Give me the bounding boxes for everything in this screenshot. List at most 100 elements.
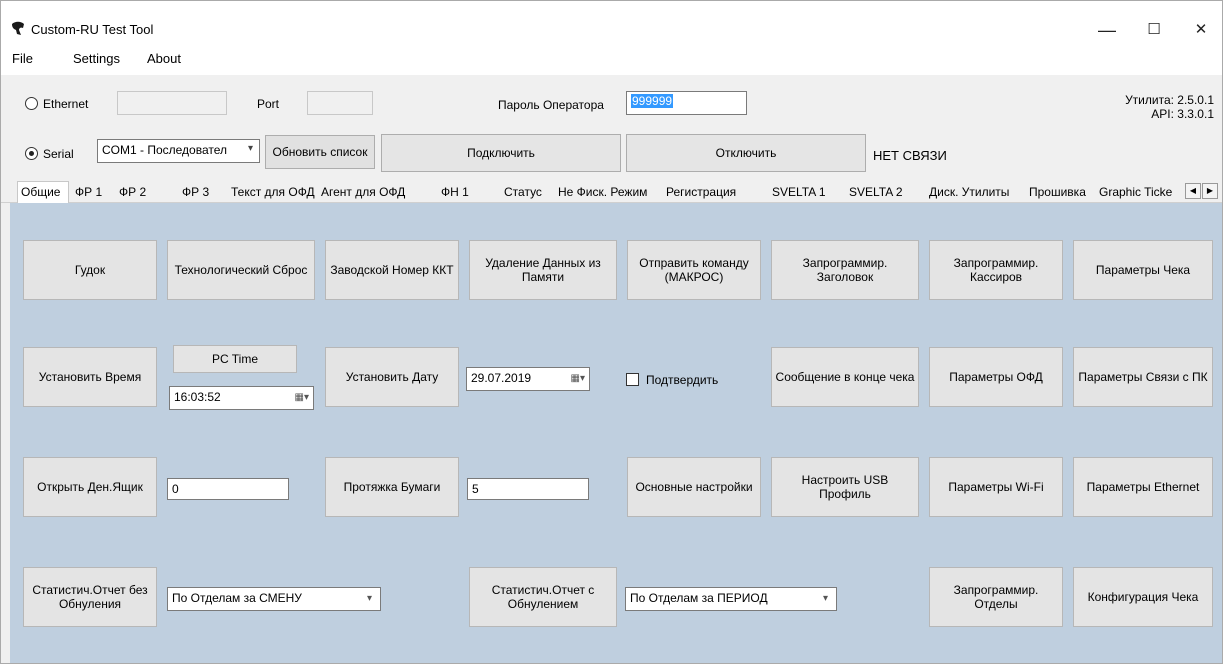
app-window: Custom-RU Test Tool — ☐ ✕ File Settings …	[0, 0, 1223, 664]
ethernet-label: Ethernet	[43, 97, 89, 111]
calendar-dropdown-icon: ▦▾	[294, 392, 309, 403]
set-time-label: Установить Время	[38, 370, 142, 384]
program-header-label: Запрограммир. Заголовок	[802, 256, 888, 284]
wifi-params-label: Параметры Wi-Fi	[948, 480, 1044, 494]
maximize-icon[interactable]: ☐	[1131, 19, 1177, 49]
drawer-value: 0	[172, 482, 179, 496]
tab-firmware[interactable]: Прошивка	[1029, 184, 1086, 203]
tab-ofd-agent[interactable]: Агент для ОФД	[321, 184, 405, 203]
serial-radio[interactable]	[25, 147, 38, 160]
pc-time-button[interactable]: PC Time	[173, 345, 297, 373]
tab-ofd-text[interactable]: Текст для ОФД	[231, 184, 315, 203]
connect-button[interactable]: Подключить	[381, 134, 621, 172]
tab-graphic-ticket[interactable]: Graphic Ticke	[1099, 184, 1181, 203]
tab-registration[interactable]: Регистрация	[666, 184, 736, 203]
ofd-params-label: Параметры ОФД	[949, 370, 1043, 384]
ip-address-input[interactable]	[117, 91, 227, 115]
paper-feed-label: Протяжка Бумаги	[343, 480, 441, 494]
confirm-checkbox[interactable]	[626, 373, 639, 386]
tab-non-fiscal[interactable]: Не Фиск. Режим	[558, 184, 647, 203]
window-title: Custom-RU Test Tool	[31, 22, 154, 37]
tab-fr3[interactable]: ФР 3	[182, 184, 209, 203]
tab-svelta2[interactable]: SVELTA 2	[849, 184, 903, 203]
chevron-down-icon: ▾	[247, 143, 253, 154]
beep-button[interactable]: Гудок	[23, 240, 157, 300]
send-macro-button[interactable]: Отправить команду (МАКРОС)	[627, 240, 761, 300]
chevron-down-icon: ▾	[822, 593, 828, 604]
paper-feed-button[interactable]: Протяжка Бумаги	[325, 457, 459, 517]
general-tab-panel: Гудок Технологический Сброс Заводской Но…	[10, 203, 1222, 663]
end-message-button[interactable]: Сообщение в конце чека	[771, 347, 919, 407]
program-departments-button[interactable]: Запрограммир. Отделы	[929, 567, 1063, 627]
receipt-config-button[interactable]: Конфигурация Чека	[1073, 567, 1213, 627]
port-input[interactable]	[307, 91, 373, 115]
menu-about[interactable]: About	[147, 51, 181, 66]
app-icon	[12, 21, 24, 35]
password-label: Пароль Оператора	[498, 98, 604, 112]
period-report-select[interactable]: По Отделам за ПЕРИОД ▾	[625, 587, 837, 611]
disconnect-label: Отключить	[715, 146, 777, 160]
tab-svelta1[interactable]: SVELTA 1	[772, 184, 826, 203]
tab-fr1[interactable]: ФР 1	[75, 184, 102, 203]
menu-file[interactable]: File	[12, 51, 33, 66]
program-cashiers-button[interactable]: Запрограммир. Кассиров	[929, 240, 1063, 300]
program-cashiers-label: Запрограммир. Кассиров	[953, 256, 1039, 284]
tab-scroll-right-icon[interactable]: ▶	[1202, 183, 1218, 199]
serial-number-button[interactable]: Заводской Номер ККТ	[325, 240, 459, 300]
tab-status[interactable]: Статус	[504, 184, 542, 203]
stat-reset-button[interactable]: Статистич.Отчет с Обнулением	[469, 567, 617, 627]
chevron-down-icon: ▾	[366, 593, 372, 604]
tab-fr2[interactable]: ФР 2	[119, 184, 146, 203]
menu-settings[interactable]: Settings	[73, 51, 120, 66]
tab-scroll-left-icon[interactable]: ◀	[1185, 183, 1201, 199]
stat-no-reset-label: Статистич.Отчет без Обнуления	[32, 583, 148, 611]
feed-value: 5	[472, 482, 479, 496]
time-picker[interactable]: 16:03:52 ▦▾	[169, 386, 314, 410]
disconnect-button[interactable]: Отключить	[626, 134, 866, 172]
program-header-button[interactable]: Запрограммир. Заголовок	[771, 240, 919, 300]
utility-version: Утилита: 2.5.0.1	[1125, 93, 1214, 107]
delete-data-button[interactable]: Удаление Данных из Памяти	[469, 240, 617, 300]
tab-strip: Общие ФР 1 ФР 2 ФР 3 Текст для ОФД Агент…	[1, 181, 1222, 204]
drawer-input[interactable]: 0	[167, 478, 289, 500]
password-value: 999999	[631, 94, 674, 108]
usb-profile-button[interactable]: Настроить USB Профиль	[771, 457, 919, 517]
ethernet-radio[interactable]	[25, 97, 38, 110]
usb-profile-label: Настроить USB Профиль	[801, 473, 889, 501]
ofd-params-button[interactable]: Параметры ОФД	[929, 347, 1063, 407]
set-date-label: Установить Дату	[345, 370, 439, 384]
feed-input[interactable]: 5	[467, 478, 589, 500]
open-drawer-label: Открыть Ден.Ящик	[37, 480, 143, 494]
menu-bar: File Settings About	[1, 51, 1222, 75]
open-drawer-button[interactable]: Открыть Ден.Ящик	[23, 457, 157, 517]
pc-link-params-button[interactable]: Параметры Связи с ПК	[1073, 347, 1213, 407]
wifi-params-button[interactable]: Параметры Wi-Fi	[929, 457, 1063, 517]
pc-link-params-label: Параметры Связи с ПК	[1078, 370, 1208, 384]
set-date-button[interactable]: Установить Дату	[325, 347, 459, 407]
tab-general[interactable]: Общие	[17, 181, 69, 204]
ethernet-params-button[interactable]: Параметры Ethernet	[1073, 457, 1213, 517]
shift-select-value: По Отделам за СМЕНУ	[172, 591, 302, 605]
password-input[interactable]: 999999	[626, 91, 747, 115]
basic-settings-button[interactable]: Основные настройки	[627, 457, 761, 517]
serial-port-select[interactable]: COM1 - Последовател ▾	[97, 139, 260, 163]
set-time-button[interactable]: Установить Время	[23, 347, 157, 407]
stat-no-reset-button[interactable]: Статистич.Отчет без Обнуления	[23, 567, 157, 627]
ethernet-params-label: Параметры Ethernet	[1086, 480, 1200, 494]
close-icon[interactable]: ✕	[1178, 19, 1222, 49]
date-picker[interactable]: 29.07.2019 ▦▾	[466, 367, 590, 391]
refresh-list-button[interactable]: Обновить список	[265, 135, 375, 169]
title-bar: Custom-RU Test Tool — ☐ ✕	[1, 1, 1222, 53]
receipt-params-button[interactable]: Параметры Чека	[1073, 240, 1213, 300]
refresh-list-label: Обновить список	[272, 145, 368, 159]
minimize-icon[interactable]: —	[1084, 19, 1130, 49]
tab-fn1[interactable]: ФН 1	[441, 184, 469, 203]
tab-disk-utils[interactable]: Диск. Утилиты	[929, 184, 1009, 203]
program-departments-label: Запрограммир. Отделы	[953, 583, 1039, 611]
basic-settings-label: Основные настройки	[635, 480, 753, 494]
tech-reset-button[interactable]: Технологический Сброс	[167, 240, 315, 300]
shift-report-select[interactable]: По Отделам за СМЕНУ ▾	[167, 587, 381, 611]
pc-time-label: PC Time	[211, 352, 258, 366]
tech-reset-label: Технологический Сброс	[174, 263, 308, 277]
connect-label: Подключить	[467, 146, 535, 160]
